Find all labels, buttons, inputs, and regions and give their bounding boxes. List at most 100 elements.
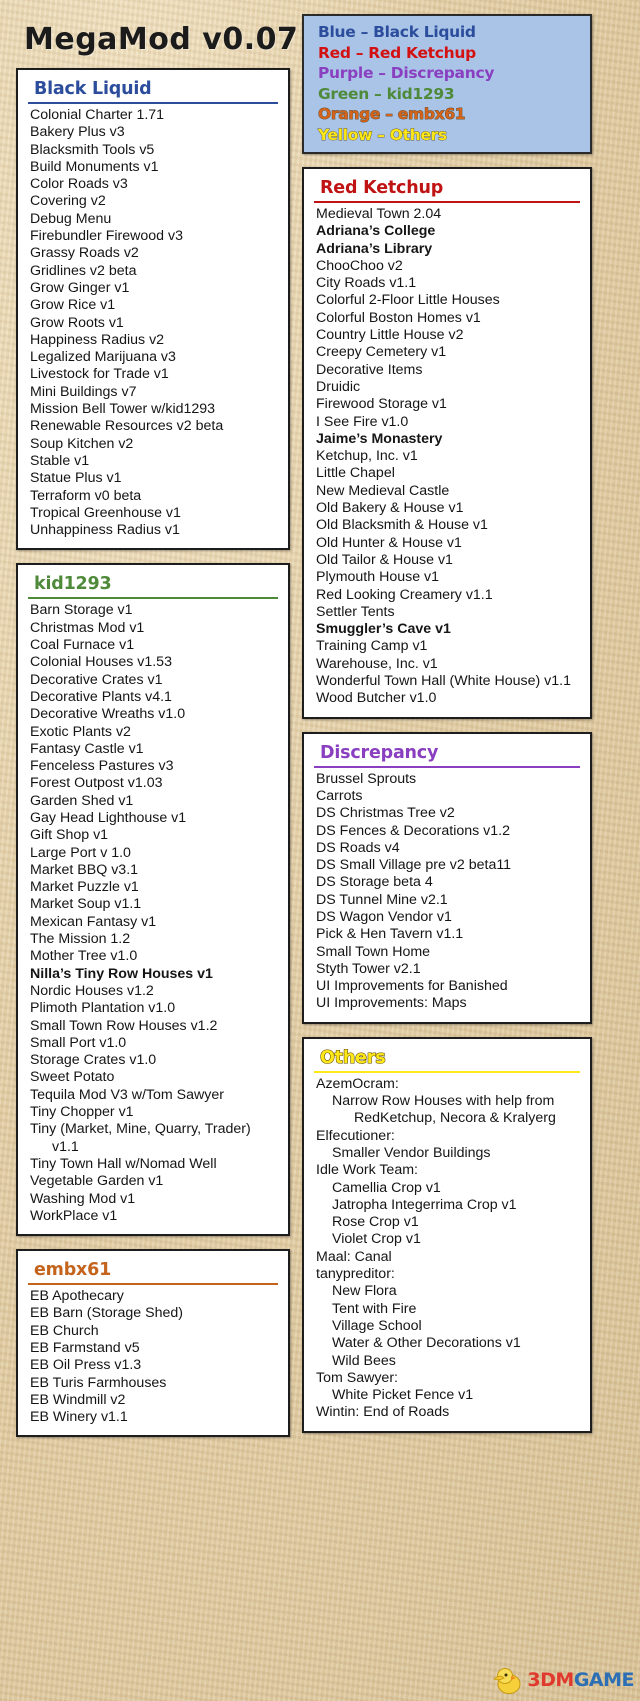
mod-list-item: Colorful Boston Homes v1 xyxy=(316,309,481,326)
mod-list-item: EB Barn (Storage Shed) xyxy=(30,1305,183,1322)
mod-list-item: Creepy Cemetery v1 xyxy=(316,344,447,361)
mod-list-item: Sweet Potato xyxy=(30,1069,115,1086)
section-heading-black-liquid: Black Liquid xyxy=(34,79,152,99)
mod-list-item: DS Fences & Decorations v1.2 xyxy=(316,822,510,839)
section-card-embx61: embx61 EB Apothecary EB Barn (Storage She… xyxy=(16,1249,290,1438)
mod-list-item: I See Fire v1.0 xyxy=(316,413,409,430)
mod-list-item: City Roads v1.1 xyxy=(316,275,417,292)
mod-list-item: Training Camp v1 xyxy=(316,638,428,655)
mod-list-item: Wood Butcher v1.0 xyxy=(316,690,437,707)
right-column: Blue – Black Liquid Red – Red Ketchup Purp… xyxy=(302,14,592,1446)
mod-list-item: Country Little House v2 xyxy=(316,327,464,344)
mod-list-item: Wild Bees xyxy=(332,1352,396,1369)
mod-list-item: ChooChoo v2 xyxy=(316,257,403,274)
mod-list-item: Camellia Crop v1 xyxy=(332,1179,441,1196)
mod-list-item: Plymouth House v1 xyxy=(316,569,440,586)
mod-list-item: Mother Tree v1.0 xyxy=(30,948,138,965)
watermark-text: 3DMGAME xyxy=(527,1669,634,1691)
mod-list-item: Wonderful Town Hall (White House) v1.1 xyxy=(316,673,571,690)
mod-list-item: Grow Roots v1 xyxy=(30,314,124,331)
section-rule-others xyxy=(314,1070,580,1073)
page-title: MegaMod v0.07 xyxy=(24,22,299,57)
mod-list-kid1293: Barn Storage v1 Christmas Mod v1 Coal Furn… xyxy=(28,602,278,1225)
mod-list-item: DS Wagon Vendor v1 xyxy=(316,908,452,925)
mod-list-item: EB Windmill v2 xyxy=(30,1391,126,1408)
mod-list-item: DS Christmas Tree v2 xyxy=(316,805,455,822)
mod-list-item: Covering v2 xyxy=(30,193,106,210)
mod-list-item: Styth Tower v2.1 xyxy=(316,960,421,977)
mod-list-item: Settler Tents xyxy=(316,603,395,620)
author-name: Maal: Canal xyxy=(316,1248,392,1265)
mod-list-item: DS Small Village pre v2 beta11 xyxy=(316,857,512,874)
mod-list-item: EB Farmstand v5 xyxy=(30,1340,140,1356)
mod-list-item: Small Town Home xyxy=(316,943,431,960)
mod-list-item: Unhappiness Radius v1 xyxy=(30,522,180,539)
mod-list-item: Garden Shed v1 xyxy=(30,792,134,809)
mod-list-item: Firewood Storage v1 xyxy=(316,396,447,413)
author-name: tanypreditor: xyxy=(316,1266,395,1283)
left-column: Black Liquid Colonial Charter 1.71 Bakery… xyxy=(16,68,290,1450)
mod-list-item: Little Chapel xyxy=(316,465,395,482)
mod-list-item: EB Church xyxy=(30,1322,99,1339)
section-rule-discrepancy xyxy=(314,765,580,768)
mod-list-item: Tequila Mod V3 w/Tom Sawyer xyxy=(30,1086,224,1103)
mod-list-item: New Medieval Castle xyxy=(316,482,450,499)
mod-list-item: Old Hunter & House v1 xyxy=(316,534,462,551)
mod-list-others: AzemOcram: Narrow Row Houses with help fr… xyxy=(314,1076,580,1422)
mod-list-item: EB Winery v1.1 xyxy=(30,1409,128,1426)
mod-list-item: Ketchup, Inc. v1 xyxy=(316,448,418,465)
author-name: Elfecutioner: xyxy=(316,1127,395,1144)
legend-line-3: Green – kid1293 xyxy=(318,84,455,103)
mod-list-item: Narrow Row Houses with help from RedKetc… xyxy=(332,1093,556,1127)
mod-list-item: Gift Shop v1 xyxy=(30,827,109,844)
mod-list-item: Smaller Vendor Buildings xyxy=(332,1144,491,1161)
mod-list-item: Vegetable Garden v1 xyxy=(30,1173,164,1190)
mod-list-item: Water & Other Decorations v1 xyxy=(332,1335,521,1352)
mod-list-item: Christmas Mod v1 xyxy=(30,619,145,636)
mod-list-item: Coal Furnace v1 xyxy=(30,637,135,654)
chick-logo-icon xyxy=(491,1665,525,1695)
mod-list-item: EB Oil Press v1.3 xyxy=(30,1357,142,1374)
author-name: AzemOcram: xyxy=(316,1075,399,1092)
section-rule-red-ketchup xyxy=(314,201,580,203)
mod-list-item: White Picket Fence v1 xyxy=(332,1387,474,1404)
mod-list-item: Barn Storage v1 xyxy=(30,602,133,619)
mod-list-item: Debug Menu xyxy=(30,210,112,227)
mod-list-item: Build Monuments v1 xyxy=(30,158,159,175)
section-heading-embx61: embx61 xyxy=(34,1260,112,1281)
mod-list-item: Jaime’s Monastery xyxy=(316,430,443,447)
mod-list-item: Colonial Charter 1.71 xyxy=(30,107,165,123)
mod-list-item: Plimoth Plantation v1.0 xyxy=(30,1000,176,1017)
section-rule-embx61 xyxy=(28,1283,278,1286)
mod-list-item: Market Soup v1.1 xyxy=(30,896,142,913)
section-card-kid1293: kid1293 Barn Storage v1 Christmas Mod v1 C… xyxy=(16,563,290,1237)
mod-list-item: Storage Crates v1.0 xyxy=(30,1052,157,1069)
mod-list-red-ketchup: Medieval Town 2.04 Adriana’s College Adria… xyxy=(314,206,580,708)
mod-list-embx61: EB Apothecary EB Barn (Storage Shed) EB Ch… xyxy=(28,1288,278,1426)
mod-list-item: Exotic Plants v2 xyxy=(30,723,131,740)
legend-line-1: Red – Red Ketchup xyxy=(318,43,476,62)
mod-list-item: Market Puzzle v1 xyxy=(30,879,139,896)
mod-list-item: Decorative Plants v4.1 xyxy=(30,688,172,705)
mod-list-item: DS Tunnel Mine v2.1 xyxy=(316,891,448,908)
mod-list-item: Smuggler’s Cave v1 xyxy=(316,621,451,638)
mod-list-item: Decorative Wreaths v1.0 xyxy=(30,706,186,723)
legend-line-2: Purple – Discrepancy xyxy=(318,64,495,82)
mod-list-item: DS Roads v4 xyxy=(316,839,400,856)
mod-list-item: Adriana’s College xyxy=(316,223,436,240)
mod-list-item: Large Port v 1.0 xyxy=(30,844,131,861)
author-name: Idle Work Team: xyxy=(316,1162,418,1179)
mod-list-item: Soup Kitchen v2 xyxy=(30,435,134,452)
section-heading-discrepancy: Discrepancy xyxy=(320,742,439,763)
mod-list-item: Druidic xyxy=(316,378,361,395)
mod-list-item: Washing Mod v1 xyxy=(30,1190,136,1207)
megamod-mod-list-poster: MegaMod v0.07 Black Liquid Colonial Char… xyxy=(0,0,640,1701)
author-name: Tom Sawyer: xyxy=(316,1369,398,1386)
legend-line-0: Blue – Black Liquid xyxy=(318,23,476,41)
mod-list-item: Grow Rice v1 xyxy=(30,297,116,314)
mod-list-item: Happiness Radius v2 xyxy=(30,331,165,348)
mod-list-item: Violet Crop v1 xyxy=(332,1231,421,1248)
mod-list-item: Jatropha Integerrima Crop v1 xyxy=(332,1196,517,1213)
mod-list-item: New Flora xyxy=(332,1283,397,1300)
section-heading-others: Others xyxy=(319,1047,386,1068)
